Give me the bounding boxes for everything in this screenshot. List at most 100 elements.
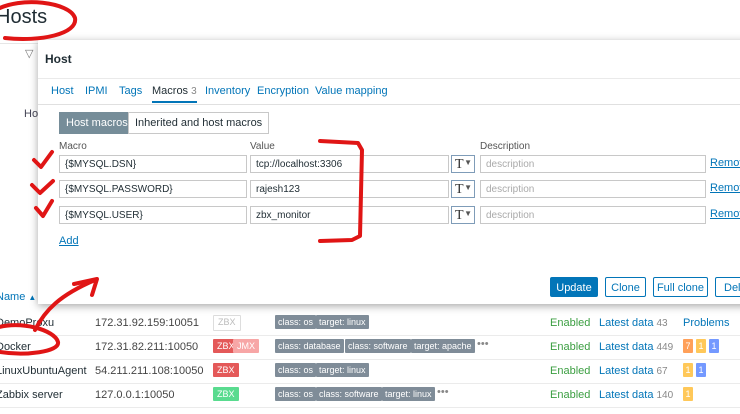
add-macro-button[interactable]: Add (59, 235, 79, 247)
availability-jmx-badge: JMX (233, 339, 259, 353)
clone-button[interactable]: Clone (605, 277, 646, 297)
availability-zbx-badge: ZBX (213, 315, 241, 331)
remove-macro-button[interactable]: Remove (710, 182, 740, 194)
tag-chip: class: os (275, 363, 317, 377)
column-header-name[interactable]: Name ▲ (0, 291, 36, 303)
macro-type-select[interactable]: T ▼ (451, 180, 475, 198)
macro-description-input[interactable]: description (480, 206, 706, 224)
status-link[interactable]: Enabled (550, 389, 590, 401)
problems-header[interactable]: Problems (683, 317, 729, 329)
problem-count-badge[interactable]: 1 (683, 363, 693, 377)
latest-data-count: 449 (656, 342, 674, 353)
latest-data-count: 67 (656, 366, 668, 377)
status-link[interactable]: Enabled (550, 341, 590, 353)
sort-asc-icon: ▲ (28, 293, 37, 302)
tab-host[interactable]: Host (51, 85, 74, 97)
update-button[interactable]: Update (550, 277, 598, 297)
delete-button[interactable]: Delete (715, 277, 740, 297)
tab-tags[interactable]: Tags (119, 85, 142, 97)
tag-chip: class: database (275, 339, 344, 353)
tab-encryption[interactable]: Encryption (257, 85, 309, 97)
text-type-icon: T (455, 182, 464, 197)
more-tags-icon[interactable]: ••• (477, 338, 489, 350)
host-interface: 172.31.82.211:10050 (95, 341, 199, 353)
tab-ipmi[interactable]: IPMI (85, 85, 108, 97)
macro-name-input[interactable]: {$MYSQL.PASSWORD} (59, 180, 247, 198)
problem-count-badge[interactable]: 1 (683, 387, 693, 401)
availability-zbx-badge: ZBX (213, 363, 239, 377)
column-header-name-label: Name (0, 291, 26, 303)
column-header-value: Value (250, 141, 275, 152)
status-link[interactable]: Enabled (550, 365, 590, 377)
latest-data-count: 140 (656, 390, 674, 401)
latest-data-label: Latest data (599, 317, 654, 329)
host-name-link[interactable]: LinuxUbuntuAgent (0, 365, 87, 377)
tag-chip: class: software (316, 387, 382, 401)
latest-data-label: Latest data (599, 341, 654, 353)
tag-chip: target: linux (382, 387, 435, 401)
latest-data-link[interactable]: Latest data 449 (599, 341, 673, 353)
problem-count-badge[interactable]: 7 (683, 339, 693, 353)
latest-data-count: 43 (656, 318, 668, 329)
macro-name-input[interactable]: {$MYSQL.DSN} (59, 155, 247, 173)
macro-value-input[interactable]: rajesh123 (250, 180, 449, 198)
column-header-description: Description (480, 141, 531, 152)
table-row: Docker 172.31.82.211:10050 ZBX JMX class… (0, 335, 740, 360)
latest-data-link[interactable]: Latest data 140 (599, 389, 673, 401)
tab-value-mapping[interactable]: Value mapping (315, 85, 388, 97)
inherited-macros-toggle[interactable]: Inherited and host macros (128, 112, 270, 134)
status-link[interactable]: Enabled (550, 317, 590, 329)
tag-chip: target: linux (316, 363, 369, 377)
macro-type-select[interactable]: T ▼ (451, 155, 475, 173)
table-row: Zabbix server 127.0.0.1:10050 ZBX class:… (0, 383, 740, 408)
full-clone-button[interactable]: Full clone (653, 277, 708, 297)
remove-macro-button[interactable]: Remove (710, 208, 740, 220)
chevron-down-icon: ▼ (464, 209, 472, 218)
host-name-link[interactable]: DemoProxu (0, 317, 54, 329)
page-title: Hosts (0, 6, 48, 28)
macro-value-input[interactable]: zbx_monitor (250, 206, 449, 224)
macro-type-select[interactable]: T ▼ (451, 206, 475, 224)
tag-chip: class: software (345, 339, 411, 353)
tag-chip: target: apache (411, 339, 475, 353)
dialog-title: Host (45, 52, 72, 66)
problem-count-badge[interactable]: 1 (696, 339, 706, 353)
host-interface: 54.211.211.108:10050 (95, 365, 204, 377)
macro-description-input[interactable]: description (480, 180, 706, 198)
dialog-header: Host (38, 40, 740, 79)
tab-macros-count: 3 (191, 86, 197, 97)
problem-count-badge[interactable]: 1 (696, 363, 706, 377)
chevron-down-icon: ▼ (464, 158, 472, 167)
tab-macros[interactable]: Macros 3 (152, 85, 197, 103)
host-name-link[interactable]: Zabbix server (0, 389, 63, 401)
availability-zbx-badge: ZBX (213, 387, 239, 401)
text-type-icon: T (455, 208, 464, 223)
text-type-icon: T (455, 157, 464, 172)
problem-count-badge[interactable]: 1 (709, 339, 719, 353)
more-tags-icon[interactable]: ••• (437, 386, 449, 398)
macro-description-input[interactable]: description (480, 155, 706, 173)
host-interface: 127.0.0.1:10050 (95, 389, 175, 401)
latest-data-link[interactable]: Latest data 43 (599, 317, 668, 329)
macro-name-input[interactable]: {$MYSQL.USER} (59, 206, 247, 224)
dialog-tabs: Host IPMI Tags Macros 3 Inventory Encryp… (38, 84, 740, 105)
column-header-macro: Macro (59, 141, 87, 152)
filter-field-label: Ho (24, 108, 39, 120)
table-row: DemoProxu 172.31.92.159:10051 ZBX class:… (0, 311, 740, 336)
chevron-down-icon: ▼ (464, 183, 472, 192)
tab-macros-label: Macros (152, 85, 189, 97)
tag-chip: class: os (275, 315, 317, 329)
latest-data-label: Latest data (599, 389, 654, 401)
latest-data-label: Latest data (599, 365, 654, 377)
macro-value-input[interactable]: tcp://localhost:3306 (250, 155, 449, 173)
host-edit-dialog: Host Host IPMI Tags Macros 3 Inventory E… (38, 40, 740, 304)
host-macros-toggle[interactable]: Host macros (59, 112, 135, 134)
filter-icon[interactable]: ▽ (25, 47, 33, 60)
latest-data-link[interactable]: Latest data 67 (599, 365, 668, 377)
table-row: LinuxUbuntuAgent 54.211.211.108:10050 ZB… (0, 359, 740, 384)
tab-inventory[interactable]: Inventory (205, 85, 250, 97)
tag-chip: target: linux (316, 315, 369, 329)
host-name-link[interactable]: Docker (0, 341, 31, 353)
tag-chip: class: os (275, 387, 317, 401)
remove-macro-button[interactable]: Remove (710, 157, 740, 169)
